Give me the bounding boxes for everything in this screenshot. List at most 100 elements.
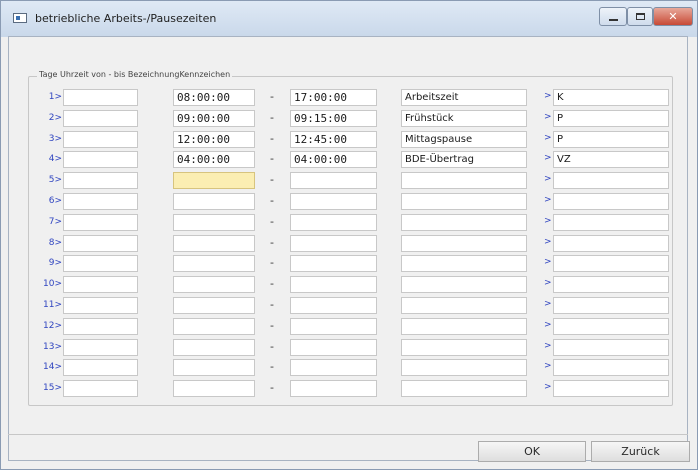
indicator-field[interactable]	[553, 276, 669, 294]
indicator-field[interactable]	[553, 172, 669, 190]
time-to-field[interactable]: 04:00:00	[290, 151, 377, 169]
time-from-field[interactable]: 04:00:00	[173, 151, 255, 169]
days-field[interactable]	[63, 276, 138, 294]
time-from-field[interactable]	[173, 172, 255, 190]
description-field[interactable]	[401, 380, 527, 398]
time-from-field[interactable]: 09:00:00	[173, 109, 255, 127]
title-bar[interactable]: betriebliche Arbeits-/Pausezeiten ✕	[1, 1, 697, 37]
days-field[interactable]	[63, 359, 138, 377]
time-range-separator: -	[270, 110, 274, 124]
time-to-field[interactable]: 12:45:00	[290, 130, 377, 148]
time-to-field[interactable]: 09:15:00	[290, 109, 377, 127]
indicator-field[interactable]: P	[553, 130, 669, 148]
days-field[interactable]	[63, 151, 138, 169]
indicator-lookup-arrow[interactable]: >	[544, 341, 552, 351]
indicator-field[interactable]	[553, 234, 669, 252]
time-from-field[interactable]	[173, 297, 255, 314]
back-button[interactable]: Zurück	[591, 441, 690, 462]
indicator-lookup-arrow[interactable]: >	[544, 174, 552, 184]
maximize-button[interactable]	[627, 7, 653, 26]
indicator-lookup-arrow[interactable]: >	[544, 257, 552, 267]
days-field[interactable]	[63, 213, 138, 231]
description-field[interactable]	[401, 255, 527, 273]
description-field[interactable]	[401, 172, 527, 190]
indicator-lookup-arrow[interactable]: >	[544, 382, 552, 392]
indicator-field[interactable]	[553, 338, 669, 356]
time-to-field[interactable]	[290, 297, 377, 314]
time-to-field[interactable]	[290, 359, 377, 377]
days-field[interactable]	[63, 193, 138, 210]
time-to-field[interactable]	[290, 338, 377, 356]
time-to-field[interactable]	[290, 255, 377, 273]
indicator-lookup-arrow[interactable]: >	[544, 320, 552, 330]
time-from-field[interactable]	[173, 317, 255, 335]
minimize-button[interactable]	[599, 7, 627, 26]
time-to-field[interactable]	[290, 380, 377, 398]
time-from-field[interactable]	[173, 234, 255, 252]
time-to-field[interactable]	[290, 317, 377, 335]
time-from-field[interactable]	[173, 359, 255, 377]
time-from-field[interactable]	[173, 255, 255, 273]
indicator-field[interactable]	[553, 380, 669, 398]
days-field[interactable]	[63, 109, 138, 127]
time-from-field[interactable]	[173, 213, 255, 231]
indicator-field[interactable]: P	[553, 109, 669, 127]
row-number: 13>	[43, 341, 62, 352]
time-from-field[interactable]	[173, 193, 255, 210]
indicator-lookup-arrow[interactable]: >	[544, 299, 552, 309]
close-button[interactable]: ✕	[653, 7, 693, 26]
description-field[interactable]	[401, 359, 527, 377]
days-field[interactable]	[63, 89, 138, 106]
description-field[interactable]	[401, 317, 527, 335]
description-field[interactable]: BDE-Übertrag	[401, 151, 527, 169]
indicator-field[interactable]	[553, 255, 669, 273]
days-field[interactable]	[63, 130, 138, 148]
description-field[interactable]	[401, 297, 527, 314]
description-field[interactable]: Mittagspause	[401, 130, 527, 148]
indicator-field[interactable]: VZ	[553, 151, 669, 169]
time-from-field[interactable]	[173, 276, 255, 294]
time-from-field[interactable]	[173, 380, 255, 398]
indicator-lookup-arrow[interactable]: >	[544, 237, 552, 247]
indicator-lookup-arrow[interactable]: >	[544, 361, 552, 371]
time-to-field[interactable]	[290, 193, 377, 210]
description-field[interactable]	[401, 193, 527, 210]
time-to-field[interactable]	[290, 276, 377, 294]
time-from-field[interactable]: 12:00:00	[173, 130, 255, 148]
description-field[interactable]	[401, 338, 527, 356]
indicator-lookup-arrow[interactable]: >	[544, 278, 552, 288]
indicator-lookup-arrow[interactable]: >	[544, 195, 552, 205]
indicator-lookup-arrow[interactable]: >	[544, 91, 552, 101]
days-field[interactable]	[63, 380, 138, 398]
indicator-lookup-arrow[interactable]: >	[544, 153, 552, 163]
time-to-field[interactable]	[290, 234, 377, 252]
indicator-field[interactable]	[553, 297, 669, 314]
indicator-lookup-arrow[interactable]: >	[544, 112, 552, 122]
time-from-field[interactable]: 08:00:00	[173, 89, 255, 106]
indicator-field[interactable]: K	[553, 89, 669, 106]
days-field[interactable]	[63, 234, 138, 252]
indicator-lookup-arrow[interactable]: >	[544, 216, 552, 226]
time-from-field[interactable]	[173, 338, 255, 356]
indicator-lookup-arrow[interactable]: >	[544, 133, 552, 143]
days-field[interactable]	[63, 255, 138, 273]
description-field[interactable]	[401, 234, 527, 252]
description-field[interactable]: Arbeitszeit	[401, 89, 527, 106]
days-field[interactable]	[63, 317, 138, 335]
days-field[interactable]	[63, 297, 138, 314]
description-field[interactable]: Frühstück	[401, 109, 527, 127]
time-to-field[interactable]	[290, 213, 377, 231]
table-row: 7> - >	[0, 213, 698, 233]
description-field[interactable]	[401, 213, 527, 231]
indicator-field[interactable]	[553, 213, 669, 231]
indicator-field[interactable]	[553, 193, 669, 210]
time-to-field[interactable]	[290, 172, 377, 190]
time-to-field[interactable]: 17:00:00	[290, 89, 377, 106]
table-row: 11> - >	[0, 297, 698, 316]
days-field[interactable]	[63, 172, 138, 190]
indicator-field[interactable]	[553, 317, 669, 335]
indicator-field[interactable]	[553, 359, 669, 377]
description-field[interactable]	[401, 276, 527, 294]
ok-button[interactable]: OK	[478, 441, 586, 462]
days-field[interactable]	[63, 338, 138, 356]
